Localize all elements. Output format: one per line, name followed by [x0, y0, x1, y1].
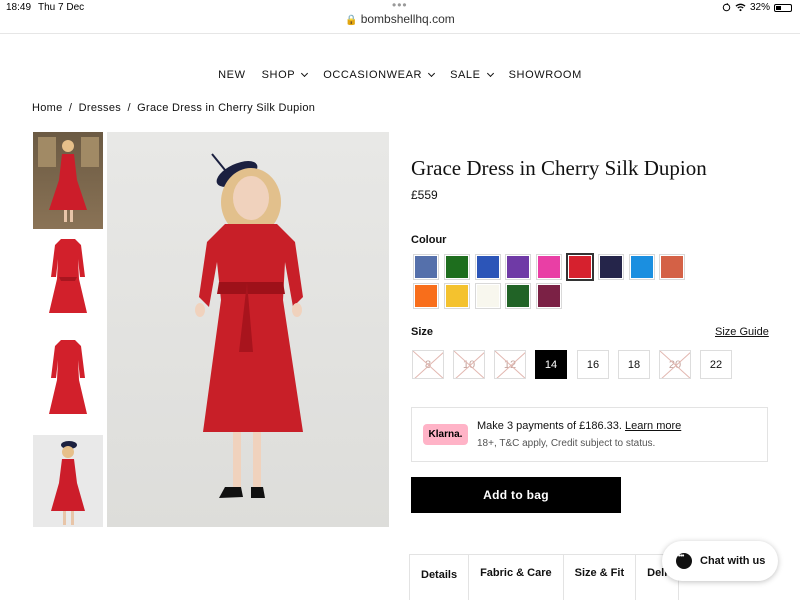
breadcrumb-separator: /: [127, 102, 131, 114]
size-option[interactable]: 22: [700, 350, 732, 379]
unavailable-cross-icon: [413, 351, 443, 378]
size-guide-link[interactable]: Size Guide: [715, 326, 769, 338]
thumbnail-gallery: [33, 132, 103, 527]
colour-swatch[interactable]: [505, 254, 532, 280]
breadcrumb: Home / Dresses / Grace Dress in Cherry S…: [32, 102, 318, 114]
nav-item-label: SALE: [450, 69, 481, 81]
wifi-icon: [735, 3, 746, 12]
chevron-down-icon: [486, 69, 494, 78]
colour-swatch[interactable]: [628, 254, 655, 280]
klarna-subtext: 18+, T&C apply, Credit subject to status…: [477, 438, 656, 449]
battery-icon: [774, 3, 792, 12]
colour-swatch[interactable]: [474, 283, 501, 309]
klarna-box: Klarna. Make 3 payments of £186.33. Lear…: [411, 407, 768, 462]
product-tabs: Details Fabric & Care Size & Fit Deli: [409, 554, 680, 600]
nav-item-sale[interactable]: SALE: [450, 69, 494, 81]
nav-item-occasionwear[interactable]: OCCASIONWEAR: [323, 69, 436, 81]
chat-bubble-icon: [676, 553, 692, 569]
breadcrumb-current: Grace Dress in Cherry Silk Dupion: [137, 102, 316, 114]
size-option[interactable]: 16: [577, 350, 609, 379]
nav-item-label: NEW: [218, 69, 246, 81]
colour-label: Colour: [411, 234, 447, 246]
tab-details[interactable]: Details: [409, 554, 470, 600]
size-option[interactable]: 14: [535, 350, 567, 379]
tab-fabric-care[interactable]: Fabric & Care: [468, 554, 564, 600]
unavailable-cross-icon: [495, 351, 525, 378]
thumbnail-image[interactable]: [33, 132, 103, 229]
size-option-label: 22: [709, 358, 723, 371]
breadcrumb-separator: /: [68, 102, 73, 114]
breadcrumb-dresses[interactable]: Dresses: [79, 102, 121, 114]
size-option-label: 16: [586, 358, 600, 371]
size-option[interactable]: 12: [494, 350, 526, 379]
unavailable-cross-icon: [454, 351, 484, 378]
colour-swatch[interactable]: [413, 283, 439, 309]
size-option[interactable]: 10: [453, 350, 485, 379]
size-option[interactable]: 18: [618, 350, 650, 379]
main-product-image[interactable]: [107, 132, 389, 527]
dress-photo: [49, 239, 87, 313]
size-option-label: 14: [544, 358, 558, 371]
nav-item-label: SHOWROOM: [508, 69, 582, 81]
colour-swatch[interactable]: [659, 254, 686, 280]
colour-swatch[interactable]: [443, 254, 470, 280]
dress-photo: [49, 340, 87, 414]
nav-item-new[interactable]: NEW: [218, 69, 245, 81]
colour-swatch[interactable]: [474, 254, 501, 280]
thumbnail-image[interactable]: [33, 435, 103, 527]
colour-swatch[interactable]: [566, 253, 594, 281]
orientation-lock-icon: [722, 3, 731, 12]
add-to-bag-button[interactable]: Add to bag: [411, 477, 621, 513]
colour-swatch[interactable]: [536, 283, 563, 309]
nav-item-shop[interactable]: SHOP: [261, 69, 309, 81]
dress-photo: [38, 137, 99, 222]
url-text: bombshellhq.com: [360, 12, 455, 26]
klarna-text: Make 3 payments of £186.33. Learn more: [477, 420, 681, 432]
size-option[interactable]: 8: [412, 350, 444, 379]
address-bar[interactable]: 🔒 bombshellhq.com: [0, 12, 800, 34]
tab-size-fit[interactable]: Size & Fit: [562, 554, 637, 600]
colour-swatch[interactable]: [597, 254, 624, 280]
colour-swatch[interactable]: [536, 254, 563, 280]
main-nav: NEW SHOP OCCASIONWEAR SALE SHOWROOM: [0, 69, 800, 81]
nav-item-showroom[interactable]: SHOWROOM: [509, 69, 582, 81]
size-option-label: 18: [627, 358, 641, 371]
chevron-down-icon: [301, 69, 309, 78]
nav-item-label: OCCASIONWEAR: [323, 69, 423, 81]
dress-photo: [51, 441, 85, 525]
chevron-down-icon: [428, 69, 436, 78]
klarna-logo: Klarna.: [423, 424, 468, 445]
size-label: Size: [411, 326, 434, 338]
breadcrumb-home[interactable]: Home: [32, 102, 63, 114]
dress-photo: [195, 153, 303, 498]
thumbnail-image[interactable]: [33, 334, 103, 431]
klarna-learn-more-link[interactable]: Learn more: [625, 420, 681, 432]
product-title: Grace Dress in Cherry Silk Dupion: [411, 156, 707, 180]
more-dots-icon[interactable]: •••: [392, 0, 408, 12]
colour-swatch[interactable]: [443, 283, 470, 309]
chat-with-us-button[interactable]: Chat with us: [662, 541, 778, 581]
unavailable-cross-icon: [660, 351, 690, 378]
colour-swatch[interactable]: [413, 254, 439, 280]
size-option[interactable]: 20: [659, 350, 691, 379]
colour-swatch[interactable]: [505, 283, 532, 309]
thumbnail-image[interactable]: [33, 233, 103, 330]
chat-label: Chat with us: [700, 555, 766, 567]
klarna-payment-text: Make 3 payments of £186.33.: [477, 420, 622, 432]
lock-icon: 🔒: [345, 15, 358, 26]
nav-item-label: SHOP: [261, 69, 296, 81]
product-price: £559: [411, 188, 438, 202]
